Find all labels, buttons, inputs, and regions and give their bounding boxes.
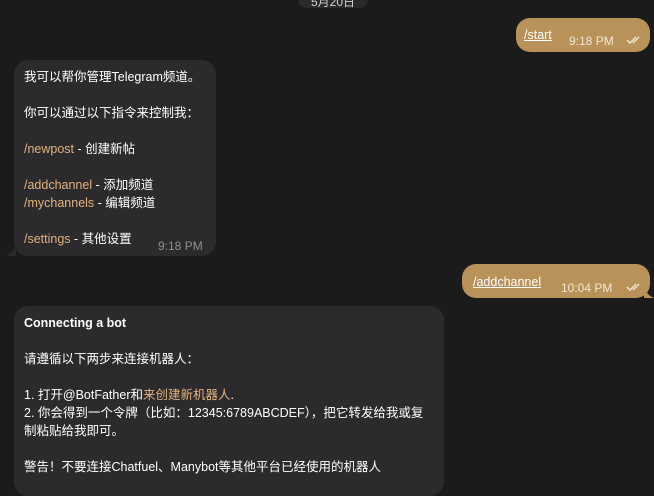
message-text: 你可以通过以下指令来控制我： bbox=[24, 106, 200, 120]
message-text: . bbox=[230, 388, 234, 402]
date-separator: 5月20日 bbox=[298, 0, 368, 9]
message-title: Connecting a bot bbox=[24, 316, 127, 330]
command-description: - 添加频道 bbox=[92, 178, 154, 192]
command-link-mychannels[interactable]: /mychannels bbox=[24, 196, 94, 210]
message-text: 2. 你会得到一个令牌（比如：12345:6789ABCDEF），把它转发给我或… bbox=[24, 406, 424, 420]
double-check-icon bbox=[626, 36, 640, 44]
command-description: - 创建新帖 bbox=[74, 142, 136, 156]
command-link-newpost[interactable]: /newpost bbox=[24, 142, 74, 156]
command-link-settings[interactable]: /settings bbox=[24, 232, 71, 246]
command-link-addchannel-sent[interactable]: /addchannel bbox=[473, 273, 541, 291]
command-description: - 编辑频道 bbox=[94, 196, 156, 210]
message-text: 我可以帮你管理Telegram频道。 bbox=[24, 70, 201, 84]
message-time: 9:18 PM bbox=[569, 34, 614, 48]
message-time: 10:04 PM bbox=[561, 281, 613, 295]
double-check-icon bbox=[626, 283, 640, 291]
message-text: 请遵循以下两步来连接机器人： bbox=[24, 352, 200, 366]
message-text: 1. 打开@BotFather和 bbox=[24, 388, 143, 402]
warning-text: 警告！不要连接Chatfuel、Manybot等其他平台已经使用的机器人 bbox=[24, 460, 382, 474]
outgoing-message-start: /start 9:18 PM bbox=[516, 18, 650, 52]
outgoing-message-addchannel: /addchannel 10:04 PM bbox=[462, 264, 650, 298]
date-label: 5月20日 bbox=[310, 0, 356, 9]
message-time: 9:18 PM bbox=[158, 239, 203, 253]
incoming-message-help: 我可以帮你管理Telegram频道。 你可以通过以下指令来控制我： /newpo… bbox=[14, 60, 216, 256]
command-link-addchannel[interactable]: /addchannel bbox=[24, 178, 92, 192]
command-link-start[interactable]: /start bbox=[524, 26, 552, 44]
bubble-tail-icon bbox=[644, 288, 654, 298]
incoming-message-connect-bot: Connecting a bot 请遵循以下两步来连接机器人： 1. 打开@Bo… bbox=[14, 306, 444, 496]
message-text: 制粘贴给我即可。 bbox=[24, 424, 125, 438]
create-bot-link[interactable]: 来创建新机器人 bbox=[143, 388, 231, 402]
bubble-tail-icon bbox=[6, 246, 16, 256]
command-description: - 其他设置 bbox=[70, 232, 132, 246]
